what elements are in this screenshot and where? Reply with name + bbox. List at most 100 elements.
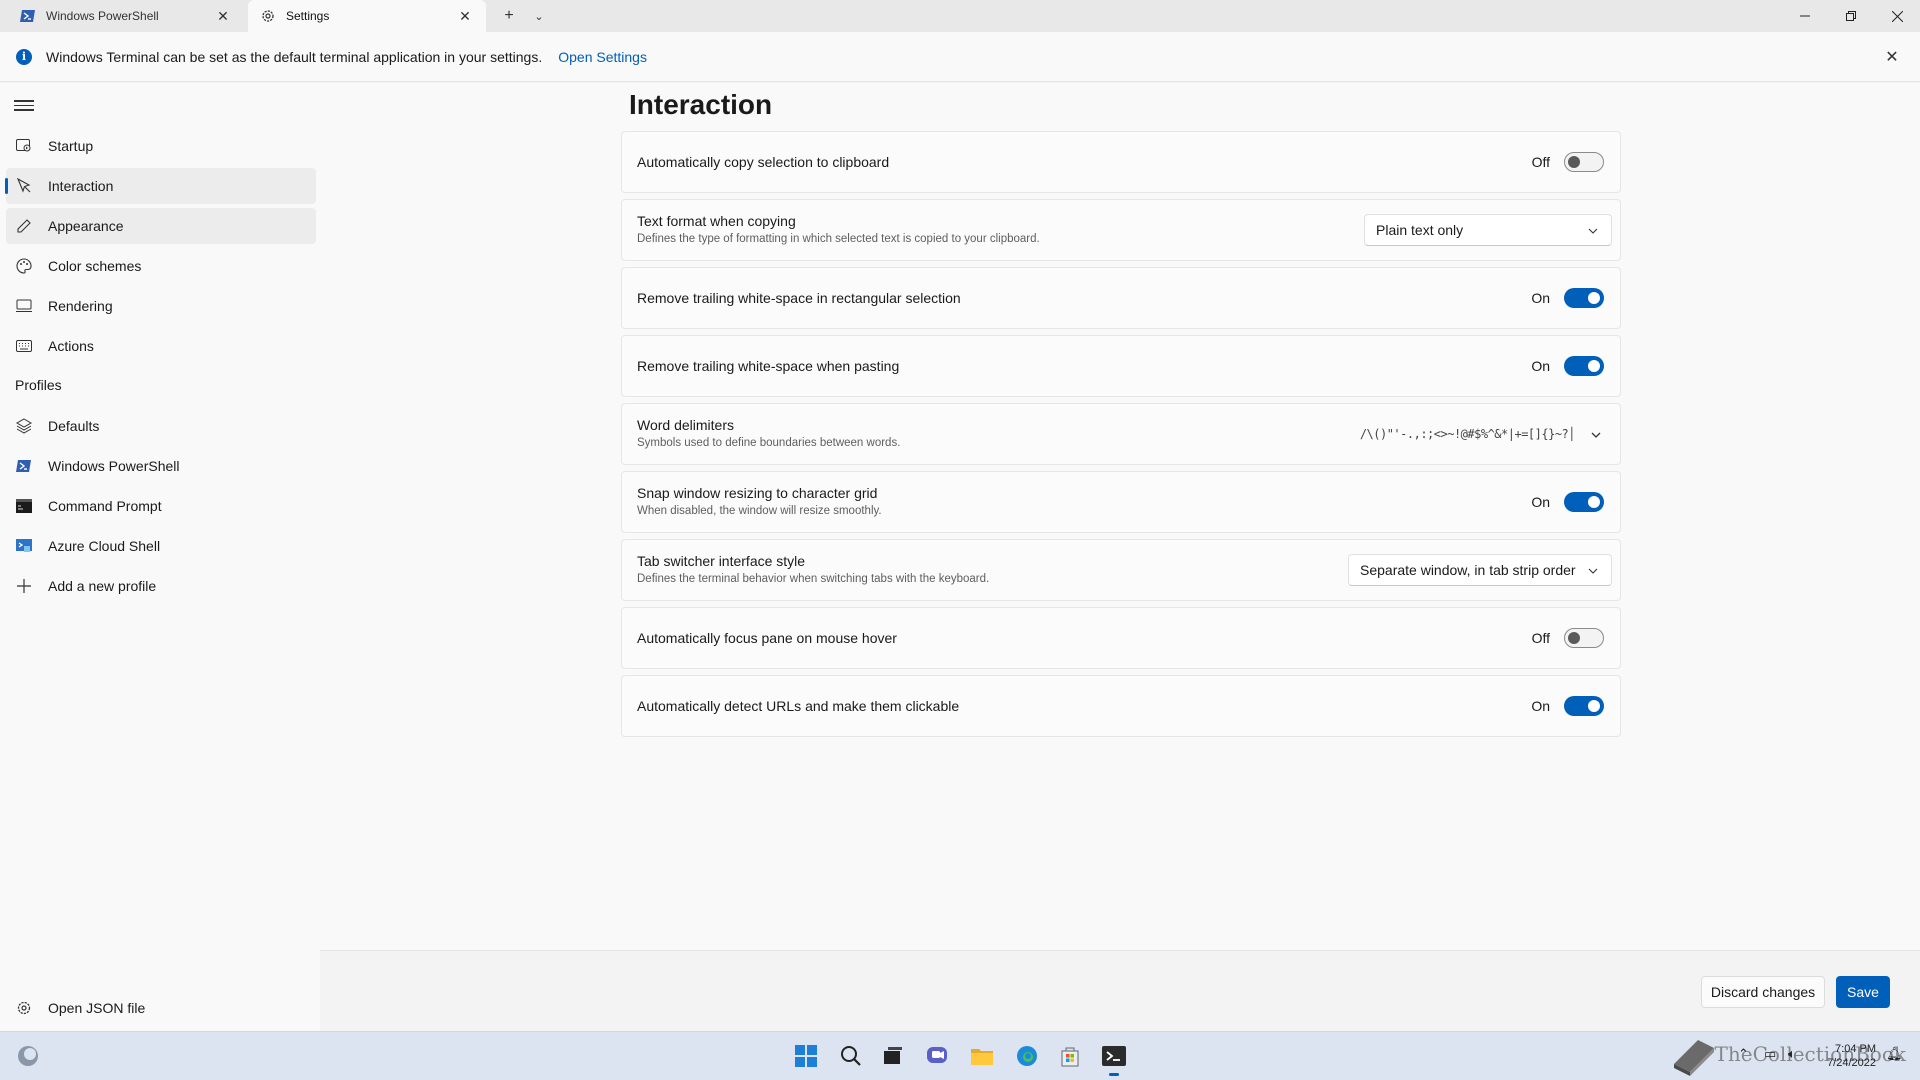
sidebar-item-label: Defaults (48, 418, 100, 434)
task-view-icon[interactable] (878, 1041, 908, 1071)
chevron-down-icon (1585, 223, 1601, 239)
tab-switcher-dropdown[interactable]: Separate window, in tab strip order (1348, 554, 1612, 586)
setting-title: Automatically copy selection to clipboar… (637, 154, 890, 170)
close-icon[interactable]: ✕ (456, 7, 474, 25)
close-window-button[interactable] (1874, 0, 1920, 32)
keyboard-icon (16, 338, 32, 354)
notification-icon[interactable]: 🔔︎ (1886, 1046, 1903, 1062)
setting-title: Automatically focus pane on mouse hover (637, 630, 897, 646)
sidebar-item-add-profile[interactable]: Add a new profile (6, 568, 316, 604)
book-icon (1668, 1034, 1720, 1078)
sidebar-item-label: Color schemes (48, 258, 142, 274)
taskbar: TheCollectionBook ⌃ ▭ 🔈︎ 7:04 PM 7/24/20… (0, 1031, 1920, 1080)
close-icon[interactable]: ✕ (1882, 47, 1902, 67)
new-tab-button[interactable]: + (496, 4, 522, 28)
restore-button[interactable] (1828, 0, 1874, 32)
tab-label: Windows PowerShell (46, 9, 159, 23)
chevron-up-icon[interactable]: ⌃ (1738, 1046, 1749, 1062)
sidebar-item-label: Windows PowerShell (48, 458, 180, 474)
toggle-state-label: Off (1531, 154, 1550, 170)
title-bar: Windows PowerShell ✕ Settings ✕ + ⌄ (0, 0, 1920, 32)
terminal-icon[interactable] (1099, 1041, 1129, 1076)
gear-icon (16, 1000, 32, 1016)
setting-trim-block-selection: Remove trailing white-space in rectangul… (621, 267, 1621, 329)
focus-follow-mouse-toggle[interactable] (1564, 628, 1604, 648)
monitor-icon (16, 298, 32, 314)
open-settings-link[interactable]: Open Settings (558, 49, 647, 65)
chevron-down-icon[interactable]: ⌄ (526, 4, 552, 28)
setting-tab-switcher: Tab switcher interface style Defines the… (621, 539, 1621, 601)
startup-icon (16, 138, 32, 154)
sidebar-item-defaults[interactable]: Defaults (6, 408, 316, 444)
settings-content: Interaction Automatically copy selection… (320, 83, 1920, 950)
setting-trim-paste: Remove trailing white-space when pasting… (621, 335, 1621, 397)
search-icon[interactable] (836, 1041, 866, 1071)
sidebar-item-windows-powershell[interactable]: Windows PowerShell (6, 448, 316, 484)
setting-title: Snap window resizing to character grid (637, 485, 878, 501)
tab-settings[interactable]: Settings ✕ (248, 0, 486, 32)
setting-title: Remove trailing white-space when pasting (637, 358, 900, 374)
sidebar-item-azure-cloud-shell[interactable]: Azure Cloud Shell (6, 528, 316, 564)
setting-description: Defines the terminal behavior when switc… (637, 573, 990, 585)
store-icon[interactable] (1055, 1041, 1085, 1071)
file-explorer-icon[interactable] (967, 1041, 997, 1071)
sidebar-item-label: Add a new profile (48, 578, 157, 594)
sidebar: Startup Interaction Appearance Color sch… (0, 83, 320, 1031)
volume-icon[interactable]: 🔈︎ (1788, 1046, 1796, 1062)
snap-resize-toggle[interactable] (1564, 492, 1604, 512)
edge-icon[interactable] (1012, 1041, 1042, 1071)
detect-urls-toggle[interactable] (1564, 696, 1604, 716)
plus-icon (16, 578, 32, 594)
widgets-icon[interactable] (13, 1041, 43, 1071)
sidebar-item-label: Rendering (48, 298, 113, 314)
sidebar-item-interaction[interactable]: Interaction (5, 168, 316, 204)
setting-description: Defines the type of formatting in which … (637, 233, 1040, 245)
clock[interactable]: 7:04 PM 7/24/2022 (1827, 1042, 1876, 1070)
setting-title: Tab switcher interface style (637, 553, 806, 569)
chat-icon[interactable] (923, 1041, 953, 1071)
open-json-label: Open JSON file (48, 1000, 146, 1016)
setting-detect-urls: Automatically detect URLs and make them … (621, 675, 1621, 737)
copy-on-select-toggle[interactable] (1564, 152, 1604, 172)
date: 7/24/2022 (1827, 1057, 1876, 1069)
setting-description: Symbols used to define boundaries betwee… (637, 437, 901, 449)
powershell-icon (16, 458, 32, 474)
setting-focus-follow-mouse: Automatically focus pane on mouse hover … (621, 607, 1621, 669)
trim-paste-toggle[interactable] (1564, 356, 1604, 376)
powershell-icon (20, 8, 36, 24)
dropdown-value: Separate window, in tab strip order (1360, 562, 1576, 578)
close-icon[interactable]: ✕ (214, 7, 232, 25)
sidebar-item-appearance[interactable]: Appearance (6, 208, 316, 244)
tab-windows-powershell[interactable]: Windows PowerShell ✕ (8, 0, 244, 32)
interaction-icon (16, 178, 32, 194)
sidebar-item-color-schemes[interactable]: Color schemes (6, 248, 316, 284)
hamburger-menu-icon[interactable] (14, 97, 34, 113)
sidebar-item-label: Azure Cloud Shell (48, 538, 161, 554)
time: 7:04 PM (1835, 1043, 1876, 1055)
setting-copy-format: Text format when copying Defines the typ… (621, 199, 1621, 261)
save-button[interactable]: Save (1836, 976, 1890, 1008)
toggle-state-label: On (1531, 494, 1550, 510)
sidebar-item-command-prompt[interactable]: Command Prompt (6, 488, 316, 524)
setting-title: Automatically detect URLs and make them … (637, 698, 960, 714)
info-message: Windows Terminal can be set as the defau… (46, 48, 543, 65)
setting-word-delimiters[interactable]: Word delimiters Symbols used to define b… (621, 403, 1621, 465)
sidebar-item-startup[interactable]: Startup (6, 128, 316, 164)
start-icon[interactable] (791, 1041, 821, 1071)
setting-description: When disabled, the window will resize sm… (637, 505, 882, 517)
info-bar: i Windows Terminal can be set as the def… (0, 32, 1920, 82)
minimize-button[interactable] (1782, 0, 1828, 32)
copy-format-dropdown[interactable]: Plain text only (1364, 214, 1612, 246)
dropdown-value: Plain text only (1376, 222, 1464, 238)
network-icon[interactable]: ▭ (1764, 1046, 1776, 1062)
open-json-file-button[interactable]: Open JSON file (6, 990, 316, 1026)
sidebar-item-actions[interactable]: Actions (6, 328, 316, 364)
chevron-down-icon (1585, 563, 1601, 579)
discard-changes-button[interactable]: Discard changes (1701, 976, 1825, 1008)
chevron-down-icon[interactable] (1588, 427, 1604, 443)
setting-title: Word delimiters (637, 417, 734, 433)
trim-block-toggle[interactable] (1564, 288, 1604, 308)
sidebar-item-rendering[interactable]: Rendering (6, 288, 316, 324)
page-title: Interaction (629, 89, 773, 120)
profiles-header: Profiles (15, 377, 62, 393)
